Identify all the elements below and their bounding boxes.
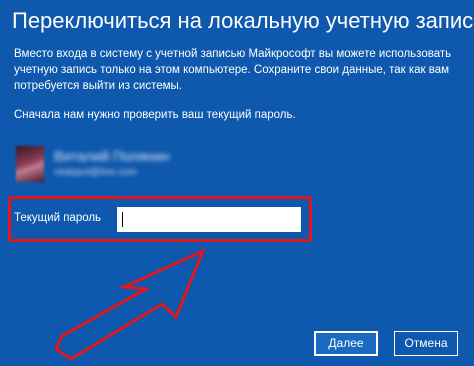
account-email: vitalypol@live.com [54,167,137,178]
next-button[interactable]: Далее [314,331,378,356]
password-check-note: Сначала нам нужно проверить ваш текущий … [14,109,296,121]
annotation-arrow-shape [54,248,206,361]
dialog-description: Вместо входа в систему с учетной записью… [14,48,452,92]
dialog-title: Переключиться на локальную учетную запис… [12,8,474,33]
avatar [16,146,44,182]
account-info: Виталий Полянин vitalypol@live.com [16,140,316,184]
cancel-button[interactable]: Отмена [394,331,458,356]
text-caret [122,212,123,227]
switch-to-local-account-dialog: Переключиться на локальную учетную запис… [0,0,474,366]
account-name: Виталий Полянин [54,148,170,164]
current-password-input[interactable] [117,207,301,232]
current-password-label: Текущий пароль [14,212,102,224]
